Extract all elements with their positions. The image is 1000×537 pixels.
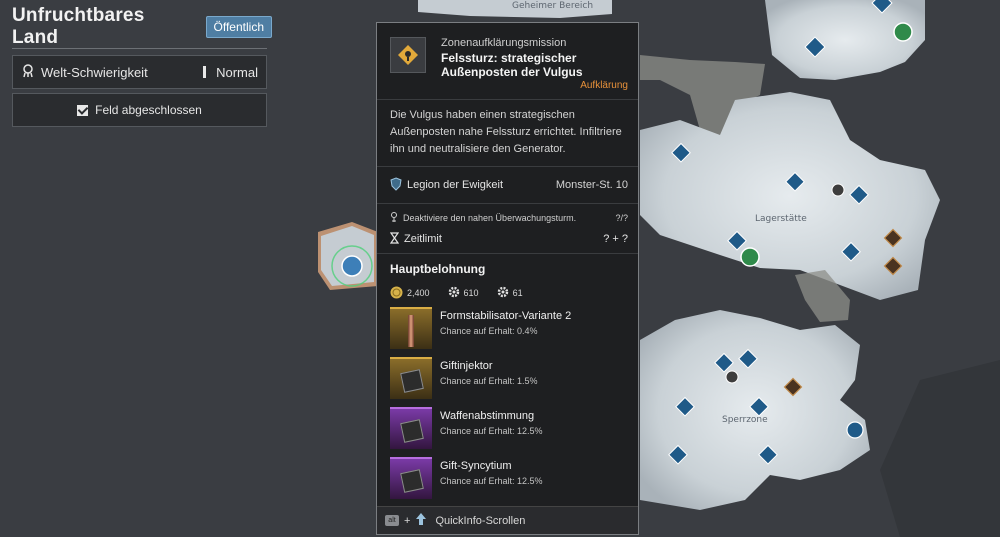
gear-icon bbox=[448, 286, 460, 300]
map-region bbox=[880, 360, 1000, 537]
time-limit-label: Zeitlimit bbox=[404, 233, 442, 245]
zone-title: Unfruchtbares Land bbox=[12, 5, 145, 48]
world-difficulty-selector[interactable]: Welt-Schwierigkeit Normal bbox=[12, 55, 267, 89]
checkbox-icon bbox=[77, 104, 89, 116]
difficulty-label: Welt-Schwierigkeit bbox=[41, 64, 148, 80]
mission-name: Felssturz: strategischer Außenposten der… bbox=[441, 51, 631, 79]
objectives: Deaktiviere den nahen Überwachungsturm. … bbox=[377, 204, 638, 254]
time-limit-row: Zeitlimit ? + ? bbox=[389, 231, 628, 247]
map-marker-icon[interactable] bbox=[846, 421, 864, 439]
reward-item[interactable]: Waffenabstimmung Chance auf Erhalt: 12.5… bbox=[390, 407, 638, 451]
mission-description: Die Vulgus haben einen strategischen Auß… bbox=[377, 100, 638, 167]
gold-value: 2,400 bbox=[407, 288, 430, 298]
material-reward: 61 bbox=[497, 286, 523, 300]
objective-progress: ?/? bbox=[615, 213, 628, 223]
selected-mission-marker-icon[interactable] bbox=[318, 222, 378, 290]
mission-tag: Aufklärung bbox=[580, 80, 628, 91]
reward-item[interactable]: Formstabilisator-Variante 2 Chance auf E… bbox=[390, 307, 638, 351]
gold-coin-icon bbox=[390, 286, 403, 301]
field-completed-status[interactable]: Feld abgeschlossen bbox=[12, 93, 267, 127]
gold-reward: 2,400 bbox=[390, 286, 430, 301]
map-label-restricted: Sperrzone bbox=[722, 415, 768, 425]
objective-icon bbox=[390, 211, 398, 225]
rewards-title: Hauptbelohnung bbox=[390, 262, 486, 276]
objective-row: Deaktiviere den nahen Überwachungsturm. … bbox=[390, 211, 628, 225]
item-name: Giftinjektor bbox=[440, 360, 493, 372]
mission-type-icon bbox=[390, 37, 426, 73]
material-reward: 610 bbox=[448, 286, 479, 300]
alt-key-icon: alt bbox=[385, 515, 399, 526]
mission-name-line1: Felssturz: strategischer bbox=[441, 51, 577, 65]
faction-shield-icon bbox=[390, 176, 402, 194]
item-name: Waffenabstimmung bbox=[440, 410, 535, 422]
difficulty-value: Normal bbox=[216, 64, 258, 80]
reward-item[interactable]: Giftinjektor Chance auf Erhalt: 1.5% bbox=[390, 357, 638, 401]
time-limit-value: ? + ? bbox=[603, 233, 628, 245]
item-chance: Chance auf Erhalt: 0.4% bbox=[440, 326, 538, 336]
mission-type: Zonenaufklärungsmission bbox=[441, 37, 567, 49]
difficulty-indicator bbox=[203, 66, 207, 78]
visibility-badge[interactable]: Öffentlich bbox=[205, 16, 272, 38]
faction-name: Legion der Ewigkeit bbox=[407, 179, 504, 191]
reward-item-list: Formstabilisator-Variante 2 Chance auf E… bbox=[377, 300, 638, 501]
enemy-camp-icon[interactable] bbox=[725, 370, 739, 384]
hourglass-icon bbox=[389, 231, 400, 247]
reward-item[interactable]: Gift-Syncytium Chance auf Erhalt: 12.5% bbox=[390, 457, 638, 501]
item-chance: Chance auf Erhalt: 1.5% bbox=[440, 376, 538, 386]
item-thumbnail-icon bbox=[390, 357, 432, 399]
item-thumbnail-icon bbox=[390, 457, 432, 499]
waypoint-green-icon[interactable] bbox=[740, 247, 760, 267]
item-name: Formstabilisator-Variante 2 bbox=[440, 310, 572, 322]
item-name: Gift-Syncytium bbox=[440, 460, 512, 472]
material-value: 610 bbox=[463, 288, 479, 298]
currency-rewards: 2,400 610 61 bbox=[377, 276, 638, 300]
item-chance: Chance auf Erhalt: 12.5% bbox=[440, 476, 543, 486]
gear-icon bbox=[497, 286, 509, 300]
faction-row: Legion der Ewigkeit Monster-St. 10 bbox=[377, 167, 638, 204]
material-value: 61 bbox=[512, 288, 523, 298]
plus-sign: + bbox=[404, 514, 411, 527]
item-thumbnail-icon bbox=[390, 407, 432, 449]
mission-header: Zonenaufklärungsmission Felssturz: strat… bbox=[377, 23, 638, 100]
enemy-camp-icon[interactable] bbox=[831, 183, 845, 197]
mission-name-line2: Außenposten der Vulgus bbox=[441, 65, 583, 79]
item-thumbnail-icon bbox=[390, 307, 432, 349]
zone-header: Unfruchtbares Land Öffentlich bbox=[12, 5, 272, 48]
quickinfo-scroll-hint: QuickInfo-Scrollen bbox=[435, 514, 526, 527]
mission-tooltip: Zonenaufklärungsmission Felssturz: strat… bbox=[376, 22, 639, 535]
waypoint-green-icon[interactable] bbox=[893, 22, 913, 42]
field-status-label: Feld abgeschlossen bbox=[95, 103, 202, 117]
item-chance: Chance auf Erhalt: 12.5% bbox=[440, 426, 543, 436]
objective-text: Deaktiviere den nahen Überwachungsturm. bbox=[403, 213, 577, 223]
monster-level: Monster-St. 10 bbox=[555, 179, 628, 191]
divider bbox=[12, 48, 267, 49]
map-label-camp: Lagerstätte bbox=[755, 214, 807, 224]
mouse-scroll-icon bbox=[415, 512, 427, 529]
tooltip-footer: alt + QuickInfo-Scrollen bbox=[377, 506, 638, 534]
map-label-secret-area: Geheimer Bereich bbox=[512, 1, 593, 11]
difficulty-icon bbox=[21, 63, 35, 81]
